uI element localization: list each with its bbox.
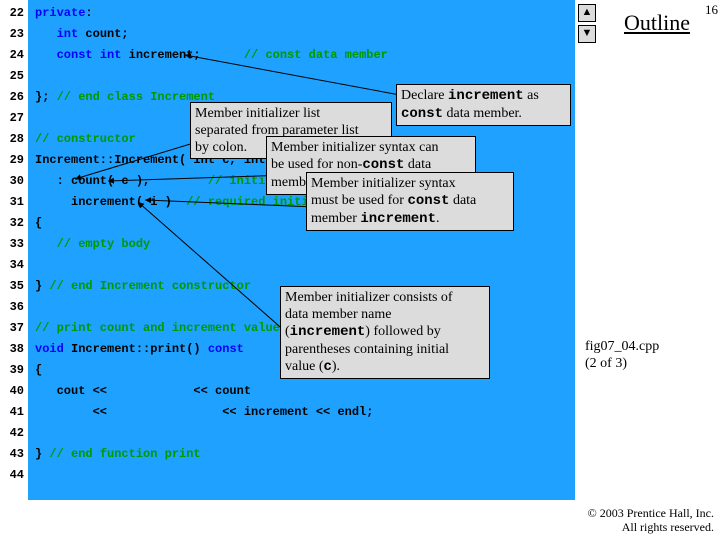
copyright-line: © 2003 Prentice Hall, Inc. <box>588 506 714 520</box>
text: ) followed by <box>365 324 440 339</box>
outline-heading: Outline <box>624 10 690 36</box>
text: data member name <box>285 307 392 322</box>
figure-caption: fig07_04.cpp (2 of 3) <box>585 338 659 372</box>
text: const <box>407 193 449 209</box>
text: data <box>404 157 431 172</box>
text: const <box>362 157 404 173</box>
text: data <box>449 193 476 208</box>
line-numbers: 22 23 24 25 26 27 28 29 30 31 32 33 34 3… <box>2 3 24 486</box>
text: parentheses containing initial <box>285 342 449 357</box>
copyright: © 2003 Prentice Hall, Inc. All rights re… <box>588 506 714 534</box>
text: Member initializer syntax can <box>271 140 439 155</box>
text: value ( <box>285 359 323 374</box>
nav-up-button[interactable]: ▲ <box>578 4 596 22</box>
text: Member initializer syntax <box>311 176 456 191</box>
text: as <box>524 88 539 103</box>
code-panel: 22 23 24 25 26 27 28 29 30 31 32 33 34 3… <box>0 0 575 500</box>
text: ). <box>332 359 340 374</box>
text: Member initializer consists of <box>285 290 453 305</box>
code-text: private: int count; const int increment;… <box>35 3 474 486</box>
text: c <box>323 359 331 375</box>
caption-part: (2 of 3) <box>585 356 627 371</box>
text: increment <box>360 211 436 227</box>
caption-file: fig07_04.cpp <box>585 339 659 354</box>
text: . <box>436 211 440 226</box>
text: data member. <box>443 106 522 121</box>
slide-root: 22 23 24 25 26 27 28 29 30 31 32 33 34 3… <box>0 0 720 540</box>
text: Declare <box>401 88 448 103</box>
text: by colon. <box>195 140 247 155</box>
text: member <box>311 211 360 226</box>
nav-arrows: ▲ ▼ <box>578 4 596 46</box>
text: Member initializer list <box>195 106 320 121</box>
text: const <box>401 106 443 122</box>
text: must be used for <box>311 193 407 208</box>
nav-down-button[interactable]: ▼ <box>578 25 596 43</box>
callout-declare-const: Declare increment as const data member. <box>396 84 571 126</box>
text: increment <box>448 88 524 104</box>
copyright-line: All rights reserved. <box>622 520 714 534</box>
callout-init-consists: Member initializer consists of data memb… <box>280 286 490 379</box>
callout-const-member: Member initializer syntax must be used f… <box>306 172 514 231</box>
text: increment <box>290 324 366 340</box>
text: be used for non- <box>271 157 362 172</box>
page-number: 16 <box>705 2 718 18</box>
